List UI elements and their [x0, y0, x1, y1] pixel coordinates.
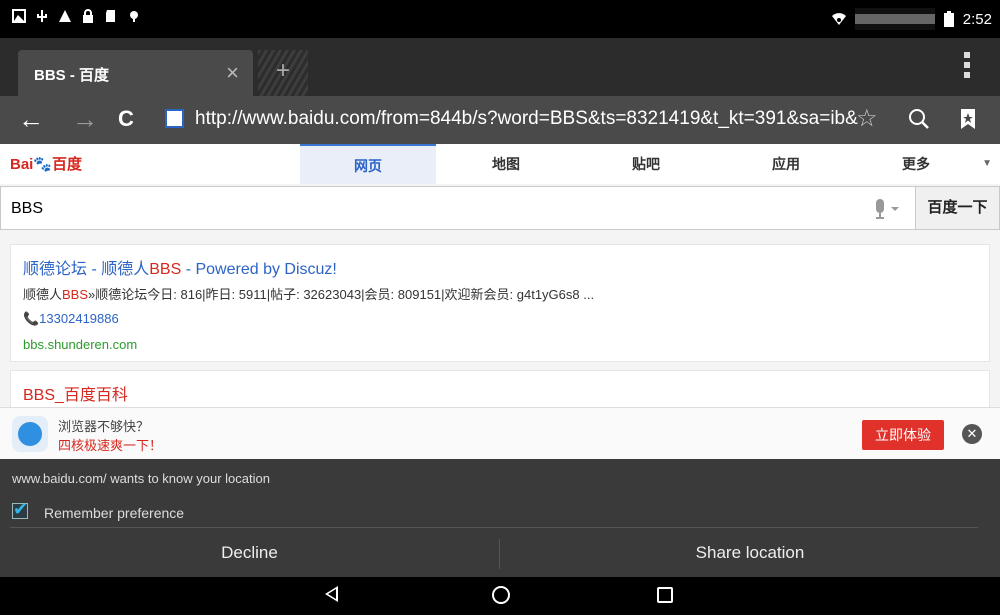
browser-promo-banner: 浏览器不够快？ 四核极速爽一下！ 立即体验 ✕	[0, 407, 1000, 459]
address-bar: ← → C http://www.baidu.com/from=844b/s?w…	[0, 96, 1000, 144]
permission-message: www.baidu.com/ wants to know your locati…	[12, 471, 270, 486]
signal-indicator	[854, 8, 935, 30]
remember-preference-label[interactable]: Remember preference	[44, 505, 184, 521]
search-button[interactable]: 百度一下	[915, 187, 999, 229]
image-notification-icon	[12, 9, 26, 23]
home-nav-icon[interactable]	[492, 586, 510, 604]
baidu-header: Bai🐾百度 网页 地图 贴吧 应用 更多 ▼	[0, 144, 1000, 184]
tab-web[interactable]: 网页	[300, 144, 436, 184]
back-icon[interactable]: ←	[18, 104, 44, 134]
remember-preference-checkbox[interactable]	[12, 499, 28, 520]
search-icon[interactable]	[908, 108, 930, 130]
usb-icon	[37, 10, 47, 22]
web-content: Bai🐾百度 网页 地图 贴吧 应用 更多 ▼ 百度一下 顺德论坛 - 顺德人B…	[0, 144, 1000, 410]
location-permission-dialog: www.baidu.com/ wants to know your locati…	[0, 459, 1000, 577]
browser-app-icon	[12, 416, 48, 452]
microphone-icon[interactable]	[871, 197, 901, 221]
system-navigation-bar	[0, 577, 1000, 615]
status-bar: 2:52	[0, 0, 1000, 38]
warning-icon	[59, 10, 71, 22]
back-nav-icon[interactable]	[325, 586, 338, 602]
recents-nav-icon[interactable]	[657, 587, 673, 603]
notification-icons	[12, 9, 141, 23]
wifi-icon	[831, 13, 846, 25]
site-favicon-icon	[165, 109, 184, 128]
tab-more[interactable]: 更多	[866, 144, 966, 184]
new-tab-button[interactable]: +	[258, 50, 308, 96]
tab-tieba[interactable]: 贴吧	[586, 144, 706, 184]
divider	[10, 527, 978, 528]
clock: 2:52	[962, 10, 992, 28]
chevron-down-icon[interactable]: ▼	[982, 158, 992, 169]
result-phone-link[interactable]: 📞13302419886	[23, 311, 119, 327]
debug-icon	[130, 11, 138, 22]
battery-icon	[943, 11, 954, 27]
tab-title: BBS - 百度	[34, 67, 110, 84]
share-location-button[interactable]: Share location	[500, 529, 1000, 577]
promo-subtext: 四核极速爽一下！	[58, 438, 163, 453]
overflow-menu-icon[interactable]	[964, 52, 970, 78]
status-right-area: 2:52	[831, 8, 992, 30]
try-now-button[interactable]: 立即体验	[862, 420, 944, 450]
lock-icon	[83, 9, 93, 23]
result-url[interactable]: bbs.shunderen.com	[23, 337, 137, 352]
tab-close-icon[interactable]: ×	[226, 60, 239, 86]
bookmarks-icon[interactable]	[960, 108, 976, 130]
tab-strip: BBS - 百度 × +	[0, 38, 1000, 96]
search-result: 顺德论坛 - 顺德人BBS - Powered by Discuz! 顺德人BB…	[10, 244, 990, 362]
forward-icon[interactable]: →	[72, 104, 98, 134]
result-snippet: 顺德人BBS»顺德论坛今日: 816|昨日: 5911|帖子: 32623043…	[23, 287, 595, 302]
screen: 2:52 BBS - 百度 × + ← → C http://www.baidu…	[0, 0, 1000, 615]
search-bar: 百度一下	[0, 186, 1000, 230]
close-icon[interactable]: ✕	[962, 424, 982, 444]
tab-apps[interactable]: 应用	[726, 144, 846, 184]
sd-card-icon	[106, 10, 115, 22]
search-result: BBS_百度百科	[10, 370, 990, 410]
decline-button[interactable]: Decline	[0, 529, 499, 577]
url-field[interactable]: http://www.baidu.com/from=844b/s?word=BB…	[195, 108, 858, 130]
tab-map[interactable]: 地图	[446, 144, 566, 184]
baidu-logo[interactable]: Bai🐾百度	[10, 153, 82, 174]
result-title-link[interactable]: 顺德论坛 - 顺德人BBS - Powered by Discuz!	[23, 255, 337, 279]
star-icon[interactable]: ☆	[856, 104, 878, 134]
reload-icon[interactable]: C	[118, 104, 134, 134]
result-title-link[interactable]: BBS_百度百科	[23, 381, 128, 405]
search-input[interactable]	[11, 195, 851, 223]
browser-tab[interactable]: BBS - 百度 ×	[18, 50, 253, 96]
promo-text: 浏览器不够快？	[58, 419, 150, 434]
